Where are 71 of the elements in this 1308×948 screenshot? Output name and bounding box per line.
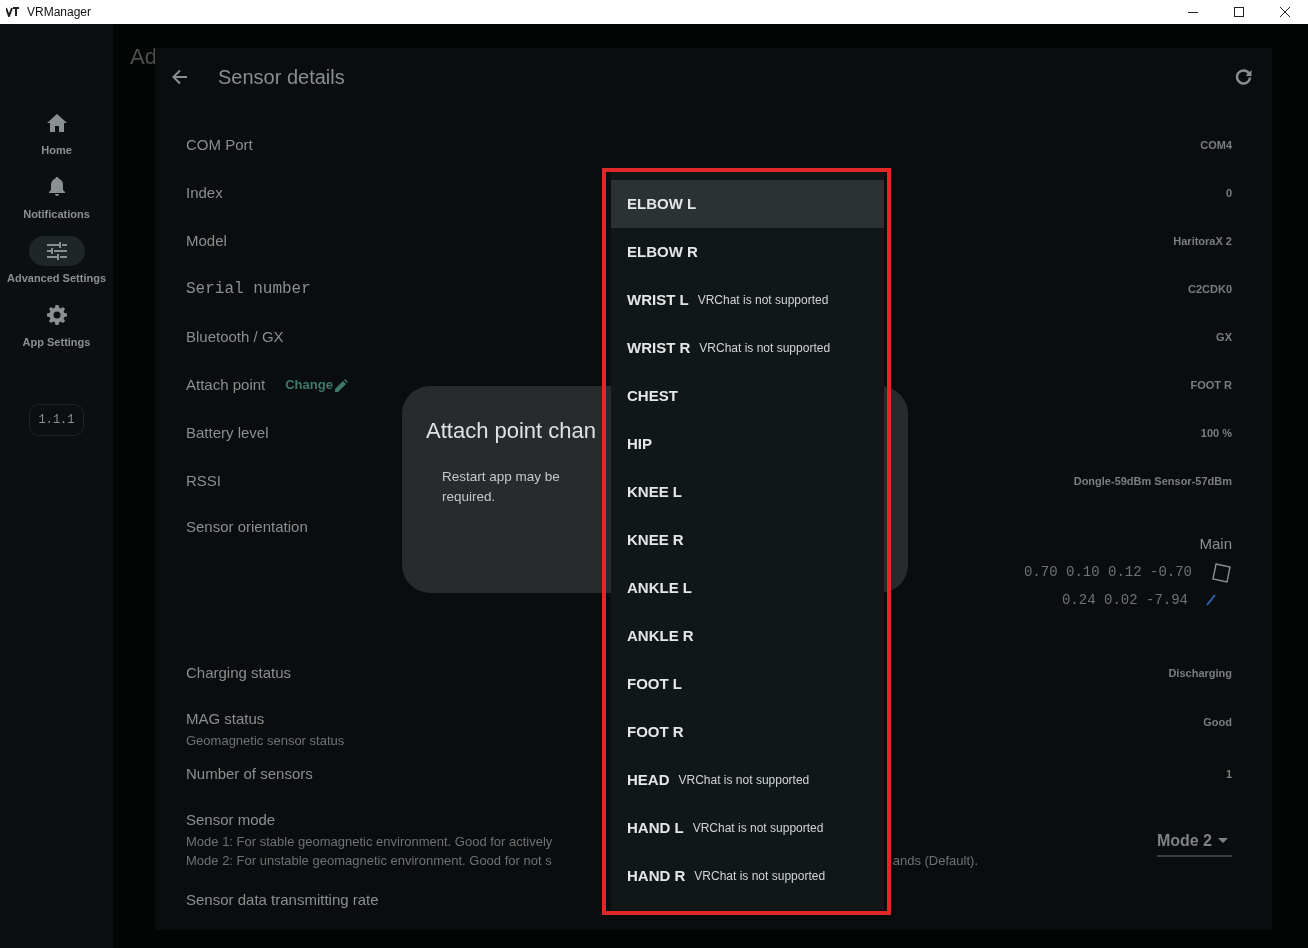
menu-item[interactable]: ELBOW L — [611, 180, 884, 228]
row-value: Discharging — [1168, 665, 1232, 681]
row-label: Sensor data transmitting rate — [186, 890, 379, 911]
nav-item[interactable]: App Settings — [0, 300, 113, 364]
orientation-caption: Main — [1199, 534, 1232, 554]
menu-item[interactable]: FOOT L — [611, 660, 884, 708]
menu-item[interactable]: HAND R VRChat is not supported — [611, 852, 884, 900]
home-icon — [46, 114, 67, 132]
panel-title: Sensor details — [218, 65, 345, 90]
row-label: Sensor mode — [186, 810, 276, 830]
row-description: Geomagnetic sensor status — [186, 731, 345, 750]
row-label: Serial number — [186, 279, 311, 300]
row-value: GX — [1216, 329, 1232, 345]
row-label: Battery level — [186, 422, 269, 443]
menu-item[interactable]: ANKLE R — [611, 612, 884, 660]
row-value: FOOT R — [1190, 377, 1232, 393]
back-icon[interactable] — [172, 69, 188, 85]
row-label: Number of sensors — [186, 763, 313, 784]
window-title: VRManager — [27, 4, 92, 21]
menu-item[interactable]: ANKLE L — [611, 564, 884, 612]
row-value: 100 % — [1200, 425, 1232, 441]
row-description: Mode 1: For stable geomagnetic environment. Good for actively — [186, 832, 553, 851]
row-label: Attach point — [186, 374, 266, 395]
pencil-icon — [334, 378, 348, 392]
row-value: 0 — [1225, 185, 1232, 201]
row-description: ands (Default). — [892, 852, 978, 870]
menu-item[interactable]: FOOT R — [611, 708, 884, 756]
refresh-icon[interactable] — [1235, 69, 1252, 87]
row-value: Dongle-59dBm Sensor-57dBm — [1073, 473, 1232, 489]
row-value: HaritoraX 2 — [1173, 233, 1232, 249]
menu-item[interactable]: KNEE R — [611, 516, 884, 564]
row-label: RSSI — [186, 470, 221, 491]
row-value: COM4 — [1200, 137, 1232, 153]
row-value: C2CDK0 — [1188, 281, 1232, 297]
row-value: 1 — [1225, 766, 1232, 782]
menu-item[interactable]: ELBOW R — [611, 228, 884, 276]
app-logo-icon — [6, 7, 20, 17]
nav-item[interactable]: Advanced Settings — [0, 236, 113, 300]
page-heading: Ad — [129, 43, 158, 71]
dialog-title: Attach point chan — [426, 417, 596, 445]
vector-value: 0.24 0.02 -7.94 — [1061, 590, 1188, 610]
row-label: MAG status — [186, 709, 265, 729]
menu-item[interactable]: HIP — [611, 420, 884, 468]
row-label: COM Port — [186, 134, 253, 155]
gear-icon — [46, 305, 67, 325]
nav-item[interactable]: Home — [0, 108, 113, 172]
menu-item[interactable]: CHEST — [611, 372, 884, 420]
bell-icon — [48, 177, 65, 197]
row-value: Good — [1203, 715, 1232, 730]
row-label: Model — [186, 230, 227, 251]
menu-item[interactable]: HAND L VRChat is not supported — [611, 804, 884, 852]
menu-item[interactable]: WRIST L VRChat is not supported — [611, 276, 884, 324]
dialog-message: Restart app may be required. — [442, 468, 561, 506]
change-link[interactable]: Change — [285, 375, 348, 395]
maximize-icon — [1234, 7, 1244, 17]
cube-icon — [1210, 561, 1232, 584]
close-icon — [1280, 7, 1290, 17]
quaternion-value: 0.70 0.10 0.12 -0.70 — [1023, 563, 1192, 582]
menu-item[interactable]: KNEE L — [611, 468, 884, 516]
version-label: 1.1.1 — [29, 404, 84, 436]
mode-dropdown[interactable]: Mode 2 — [1156, 828, 1232, 857]
row-label: Bluetooth / GX — [186, 326, 284, 347]
sliders-icon — [46, 242, 67, 260]
row-description: Mode 2: For unstable geomagnetic environment. Good for not s — [186, 852, 552, 870]
caret-icon — [1218, 838, 1228, 844]
row-label: Index — [186, 182, 223, 203]
menu-item[interactable]: WRIST R VRChat is not supported — [611, 324, 884, 372]
menu-item[interactable]: HEAD VRChat is not supported — [611, 756, 884, 804]
row-label: Charging status — [186, 662, 292, 683]
row-label: Sensor orientation — [186, 517, 308, 537]
nav-item[interactable]: Notifications — [0, 172, 113, 236]
